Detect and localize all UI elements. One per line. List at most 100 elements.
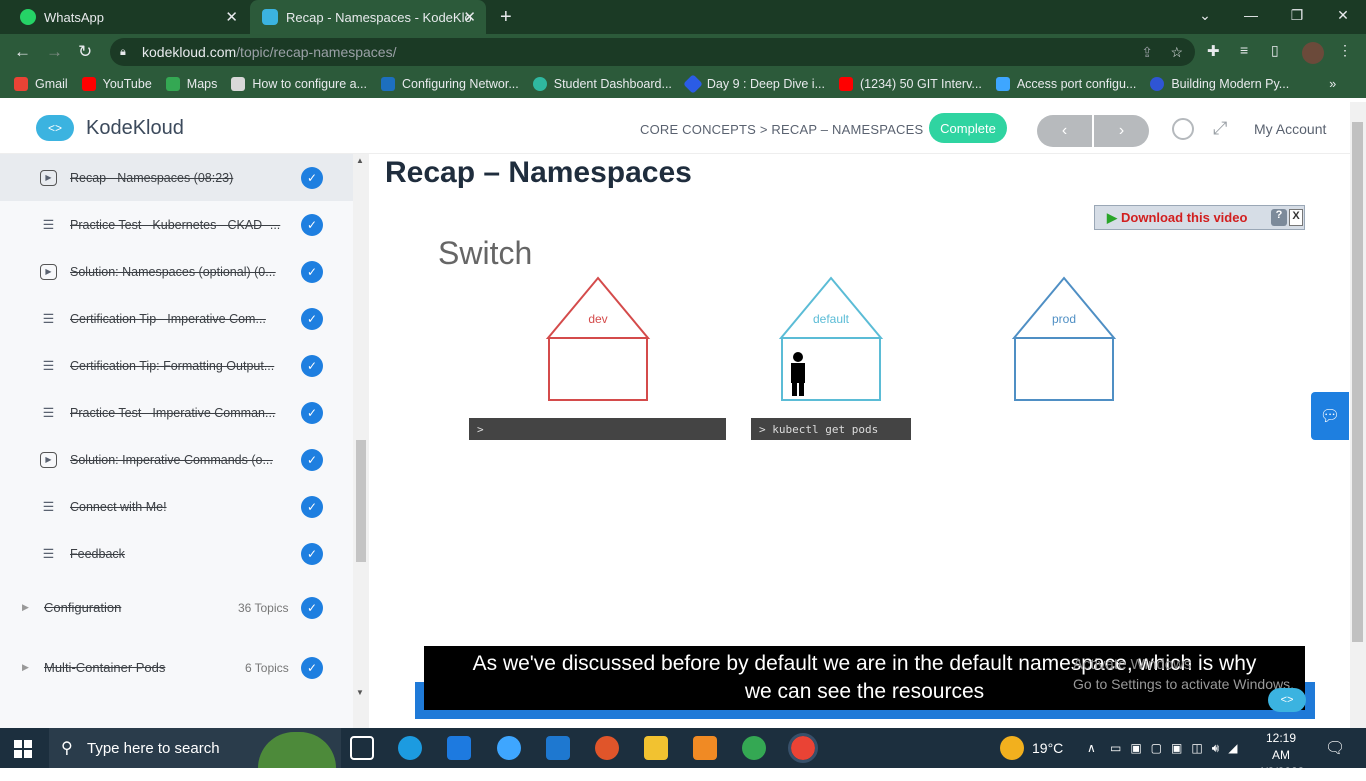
scroll-up-icon[interactable]: ▲ — [356, 156, 364, 165]
bookmark-building-modern[interactable]: Building Modern Py... — [1150, 77, 1289, 91]
activate-windows-title: Activate Windows — [1073, 656, 1192, 673]
sidebar-section-configuration[interactable]: ▶ Configuration 36 Topics ✓ — [0, 584, 353, 631]
weather-temp[interactable]: 19°C — [1032, 728, 1063, 768]
sidebar-item-recap-namespaces[interactable]: ▶ Recap - Namespaces (08:23) ✓ — [0, 154, 353, 201]
chevron-up-icon[interactable]: ∧ — [1087, 728, 1096, 768]
bookmark-git-interview[interactable]: (1234) 50 GIT Interv... — [839, 77, 982, 91]
sidebar-item-practice-imperative[interactable]: ☰ Practice Test - Imperative Comman... ✓ — [0, 389, 353, 436]
text-lesson-icon: ☰ — [42, 404, 55, 420]
sidebar-item-label: Recap - Namespaces (08:23) — [70, 170, 234, 185]
topic-count: 36 Topics — [238, 600, 289, 615]
sidebar-item-cert-tip-imperative[interactable]: ☰ Certification Tip - Imperative Com... … — [0, 295, 353, 342]
task-view-icon[interactable] — [350, 736, 374, 760]
fullscreen-icon[interactable]: ⤢ — [1213, 118, 1227, 139]
taskbar-clock[interactable]: 12:19 AM 4/3/2023 — [1256, 730, 1306, 781]
forward-icon[interactable]: → — [46, 42, 63, 62]
bookmark-youtube[interactable]: YouTube — [81, 77, 152, 91]
minimize-button[interactable]: — — [1228, 0, 1274, 30]
reading-list-icon[interactable]: ≡ — [1240, 42, 1248, 58]
app-icon[interactable] — [595, 736, 619, 760]
chrome-icon[interactable] — [742, 736, 766, 760]
new-tab-button[interactable]: + — [500, 6, 512, 29]
sidebar-item-solution-imperative[interactable]: ▶ Solution: Imperative Commands (o... ✓ — [0, 436, 353, 483]
previous-lesson-button[interactable]: ‹ — [1037, 115, 1092, 147]
next-lesson-button[interactable]: › — [1094, 115, 1149, 147]
bookmark-configuring-network[interactable]: Configuring Networ... — [381, 77, 519, 91]
course-sidebar: ▶ Recap - Namespaces (08:23) ✓ ☰ Practic… — [0, 154, 353, 728]
check-icon: ✓ — [301, 448, 323, 471]
breadcrumb[interactable]: CORE CONCEPTS > RECAP – NAMESPACES — [640, 122, 923, 137]
address-bar[interactable]: 🔒︎ kodekloud.com/topic/recap-namespaces/… — [110, 38, 1195, 66]
text-lesson-icon: ☰ — [42, 498, 55, 514]
bookmark-star-icon[interactable]: ☆ — [1170, 44, 1183, 61]
house-dev — [545, 276, 651, 401]
help-button[interactable]: ? — [1271, 209, 1287, 226]
sidebar-item-feedback[interactable]: ☰ Feedback ✓ — [0, 530, 353, 577]
edge-icon[interactable] — [398, 736, 422, 760]
settings-app-icon[interactable] — [693, 736, 717, 760]
time: 12:19 AM — [1265, 731, 1297, 762]
bookmark-student-dashboard[interactable]: Student Dashboard... — [532, 77, 672, 91]
dark-mode-icon[interactable] — [1172, 118, 1194, 140]
chrome-active-icon[interactable] — [788, 733, 818, 763]
restore-button[interactable]: ❐ — [1274, 0, 1320, 30]
search-placeholder: Type here to search — [87, 739, 220, 757]
sidebar-item-label: Certification Tip - Imperative Com... — [70, 311, 266, 326]
sidebar-item-solution-namespaces[interactable]: ▶ Solution: Namespaces (optional) (0... … — [0, 248, 353, 295]
sidebar-item-cert-tip-formatting[interactable]: ☰ Certification Tip: Formatting Output..… — [0, 342, 353, 389]
tab-whatsapp[interactable]: WhatsApp ✕ — [8, 0, 248, 34]
bookmark-access-port[interactable]: Access port configu... — [995, 77, 1137, 91]
extensions-icon[interactable]: ✚ — [1207, 42, 1220, 60]
close-tab-icon[interactable]: ✕ — [225, 8, 238, 26]
complete-button[interactable]: Complete — [929, 113, 1007, 143]
back-icon[interactable]: ← — [14, 42, 31, 62]
file-explorer-icon[interactable] — [644, 736, 668, 760]
scroll-down-icon[interactable]: ▼ — [356, 688, 364, 697]
close-tab-icon[interactable]: ✕ — [463, 8, 476, 26]
sidebar-section-multi-container[interactable]: ▶ Multi-Container Pods 6 Topics ✓ — [0, 644, 353, 691]
expand-arrow-icon: ▶ — [22, 662, 29, 672]
video-icon: ▶ — [40, 451, 57, 468]
sidebar-item-label: Connect with Me! — [70, 499, 167, 514]
sidebar-item-connect[interactable]: ☰ Connect with Me! ✓ — [0, 483, 353, 530]
sidebar-item-practice-test-ckad[interactable]: ☰ Practice Test - Kubernetes - CKAD -...… — [0, 201, 353, 248]
sidebar-scroll-thumb[interactable] — [356, 440, 366, 562]
my-account-link[interactable]: My Account — [1254, 121, 1326, 137]
app-icon[interactable] — [497, 736, 521, 760]
tab-kodekloud[interactable]: Recap - Namespaces - KodeKlou ✕ — [250, 0, 486, 34]
avatar[interactable] — [1302, 42, 1324, 64]
chat-button[interactable]: 💬︎ — [1311, 392, 1349, 440]
notifications-icon[interactable]: 🗨︎ — [1325, 728, 1345, 768]
more-bookmarks-button[interactable]: » — [1329, 77, 1336, 91]
search-icon: ⚲ — [61, 740, 73, 757]
window-close-button[interactable]: ✕ — [1320, 0, 1366, 30]
bookmark-how-to-configure[interactable]: How to configure a... — [231, 77, 367, 91]
sidebar-item-label: Feedback — [70, 546, 125, 561]
bookmark-gmail[interactable]: Gmail — [14, 77, 68, 91]
date: 4/3/2023 — [1257, 765, 1305, 779]
side-panel-icon[interactable]: ▯ — [1271, 42, 1279, 59]
text-lesson-icon: ☰ — [42, 357, 55, 373]
mail-icon[interactable] — [546, 736, 570, 760]
tab-search-icon[interactable]: ⌄ — [1182, 0, 1228, 30]
bookmark-label: Access port configu... — [1016, 77, 1137, 91]
windows-start-icon[interactable] — [14, 740, 32, 758]
store-icon[interactable] — [447, 736, 471, 760]
section-label: Configuration — [44, 600, 122, 615]
system-tray-icons[interactable]: ▭▣▢▣◫🔊︎◢ — [1110, 728, 1246, 768]
tab-title: Recap - Namespaces - KodeKlou — [286, 9, 471, 25]
video-icon: ▶ — [40, 263, 57, 280]
menu-icon[interactable]: ⋮ — [1338, 42, 1352, 59]
text-lesson-icon: ☰ — [42, 310, 55, 326]
bookmark-maps[interactable]: Maps — [165, 77, 217, 91]
kodekloud-badge-icon[interactable]: <> — [1268, 688, 1306, 712]
kodekloud-logo[interactable]: <> KodeKloud — [36, 115, 184, 141]
reload-icon[interactable]: ↻ — [78, 42, 92, 62]
cloud-icon — [532, 77, 547, 91]
close-download-button[interactable]: X — [1289, 209, 1303, 226]
page-scroll-thumb[interactable] — [1352, 122, 1363, 642]
download-video-button[interactable]: Download this video — [1121, 210, 1247, 225]
bookmark-day-9[interactable]: Day 9 : Deep Dive i... — [682, 74, 825, 94]
share-icon[interactable]: ⇪ — [1141, 44, 1153, 61]
bookmark-label: (1234) 50 GIT Interv... — [860, 77, 982, 91]
